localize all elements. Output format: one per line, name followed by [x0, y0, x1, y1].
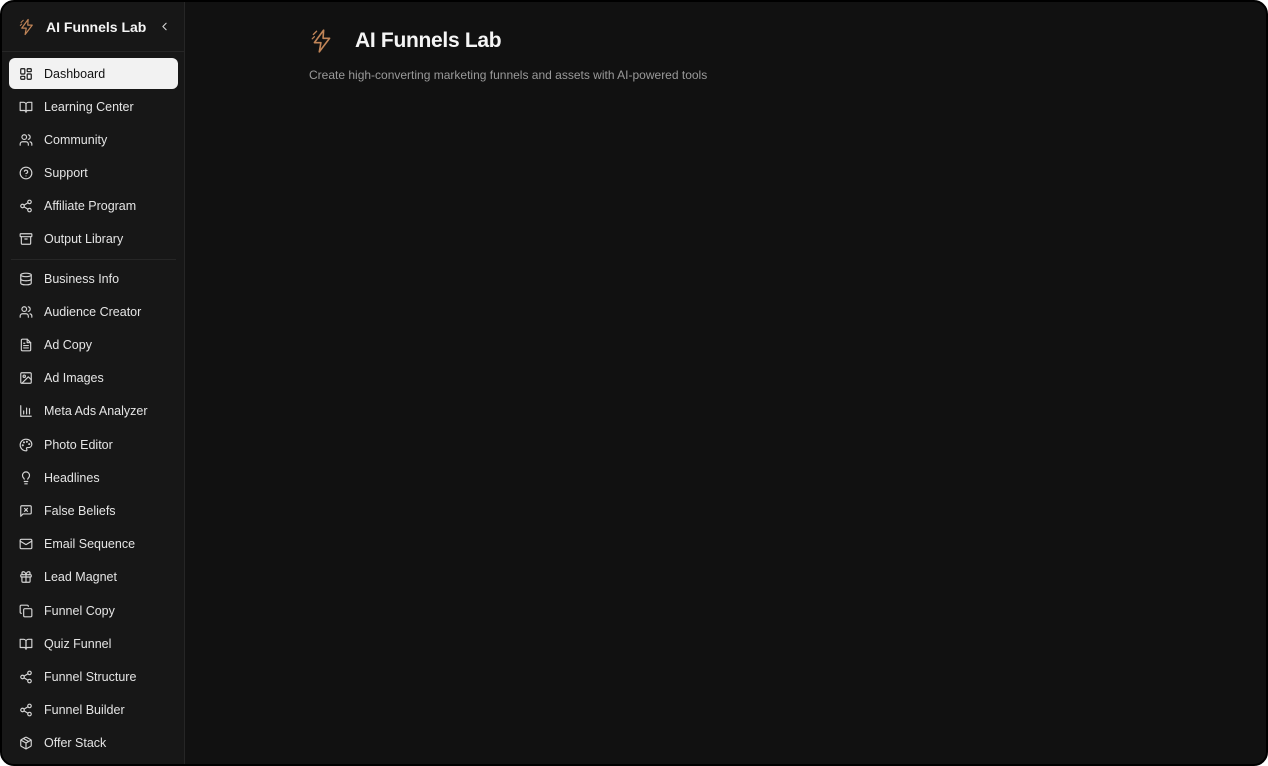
sidebar-item-false-beliefs[interactable]: False Beliefs: [9, 495, 178, 526]
sidebar-item-label: Email Sequence: [44, 537, 136, 552]
sidebar-item-output-library[interactable]: Output Library: [9, 224, 178, 255]
sidebar-item-headlines[interactable]: Headlines: [9, 462, 178, 493]
sidebar-header: AI Funnels Lab: [2, 2, 184, 52]
sidebar-item-label: Ad Images: [44, 371, 104, 386]
image-icon: [19, 371, 33, 385]
sidebar-item-lead-magnet[interactable]: Lead Magnet: [9, 562, 178, 593]
palette-icon: [19, 438, 33, 452]
file-text-icon: [19, 338, 33, 352]
share-icon: [19, 670, 33, 684]
nav-divider: [11, 259, 176, 261]
share-icon: [19, 703, 33, 717]
dashboard-grid-icon: [19, 67, 33, 81]
sidebar-item-label: Funnel Structure: [44, 669, 137, 684]
mail-icon: [19, 537, 33, 551]
sidebar-item-support[interactable]: Support: [9, 158, 178, 189]
tools-nav-group: Business Info Audience Creator Ad Copy Ad I…: [9, 263, 178, 761]
sidebar-item-label: Audience Creator: [44, 304, 142, 319]
users-icon: [19, 133, 33, 147]
sidebar-item-label: False Beliefs: [44, 503, 116, 518]
sidebar-item-business-info[interactable]: Business Info: [9, 263, 178, 294]
book-open-icon: [19, 100, 33, 114]
sidebar-item-community[interactable]: Community: [9, 124, 178, 155]
sidebar-item-ad-copy[interactable]: Ad Copy: [9, 330, 178, 361]
sidebar-item-label: Affiliate Program: [44, 199, 137, 214]
collapse-sidebar-button[interactable]: [156, 19, 172, 35]
bar-chart-icon: [19, 404, 33, 418]
sidebar-item-label: Support: [44, 166, 88, 181]
sidebar-item-offer-stack[interactable]: Offer Stack: [9, 728, 178, 759]
users-icon: [19, 305, 33, 319]
page-title: AI Funnels Lab: [355, 29, 502, 52]
sidebar-item-meta-ads-analyzer[interactable]: Meta Ads Analyzer: [9, 396, 178, 427]
lightning-logo-icon: [18, 18, 36, 36]
sidebar-item-email-sequence[interactable]: Email Sequence: [9, 529, 178, 560]
book-open-icon: [19, 637, 33, 651]
sidebar-item-audience-creator[interactable]: Audience Creator: [9, 296, 178, 327]
sidebar-item-learning-center[interactable]: Learning Center: [9, 91, 178, 122]
sidebar-item-funnel-copy[interactable]: Funnel Copy: [9, 595, 178, 626]
main-content: AI Funnels Lab Create high-converting ma…: [185, 2, 1266, 764]
hero-title-row: AI Funnels Lab: [309, 26, 707, 56]
gift-icon: [19, 570, 33, 584]
sidebar-item-quiz-funnel[interactable]: Quiz Funnel: [9, 628, 178, 659]
sidebar-item-label: Dashboard: [44, 66, 106, 81]
lightbulb-icon: [19, 471, 33, 485]
sidebar-item-label: Photo Editor: [44, 437, 113, 452]
sidebar-item-label: Ad Copy: [44, 338, 92, 352]
primary-nav-group: Dashboard Learning Center Community Support…: [9, 58, 178, 257]
help-circle-icon: [19, 166, 33, 180]
app-window: AI Funnels Lab Dashboard Learning Center C…: [0, 0, 1268, 766]
sidebar-item-photo-editor[interactable]: Photo Editor: [9, 429, 178, 460]
sidebar-item-label: Business Info: [44, 271, 120, 286]
hero: AI Funnels Lab Create high-converting ma…: [309, 26, 707, 82]
package-icon: [19, 736, 33, 750]
sidebar-item-label: Funnel Builder: [44, 703, 125, 718]
message-x-icon: [19, 504, 33, 518]
app-name: AI Funnels Lab: [46, 18, 147, 35]
page-subtitle: Create high-converting marketing funnels…: [309, 68, 708, 82]
chevron-left-icon: [161, 22, 167, 31]
sidebar-nav: Dashboard Learning Center Community Support…: [2, 52, 184, 761]
share-icon: [19, 199, 33, 213]
sidebar: AI Funnels Lab Dashboard Learning Center C…: [2, 2, 185, 764]
lightning-logo-icon: [309, 28, 335, 54]
sidebar-item-label: Funnel Copy: [44, 603, 115, 618]
database-icon: [19, 272, 33, 286]
sidebar-item-label: Output Library: [44, 232, 124, 247]
sidebar-item-ad-images[interactable]: Ad Images: [9, 363, 178, 394]
sidebar-item-label: Offer Stack: [44, 736, 107, 751]
archive-icon: [19, 232, 33, 246]
sidebar-item-label: Lead Magnet: [44, 570, 117, 585]
sidebar-item-affiliate-program[interactable]: Affiliate Program: [9, 191, 178, 222]
sidebar-item-label: Learning Center: [44, 99, 134, 114]
sidebar-item-funnel-builder[interactable]: Funnel Builder: [9, 695, 178, 726]
sidebar-item-label: Headlines: [44, 470, 100, 485]
copy-icon: [19, 604, 33, 618]
sidebar-item-funnel-structure[interactable]: Funnel Structure: [9, 661, 178, 692]
sidebar-item-label: Meta Ads Analyzer: [44, 404, 148, 419]
sidebar-item-dashboard[interactable]: Dashboard: [9, 58, 178, 89]
sidebar-item-label: Community: [44, 132, 108, 147]
sidebar-item-label: Quiz Funnel: [44, 636, 112, 651]
